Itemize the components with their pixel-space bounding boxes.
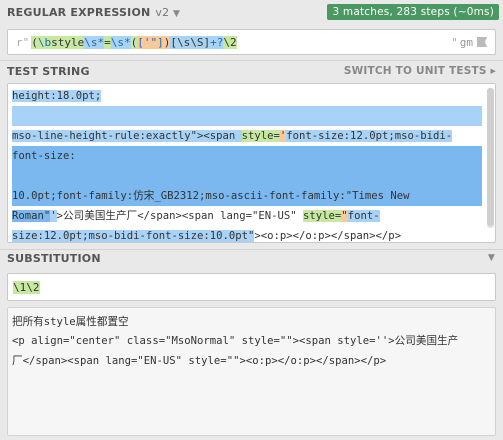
flag-icon[interactable] bbox=[477, 37, 487, 47]
match-group-2: " bbox=[341, 210, 348, 222]
chevron-right-icon: ▸ bbox=[490, 65, 496, 77]
match-segment: font-size: bbox=[12, 150, 76, 162]
test-line: font-size: bbox=[12, 146, 76, 166]
regex-prefix: r" bbox=[16, 35, 30, 49]
chevron-down-icon: ▼ bbox=[173, 8, 181, 19]
test-line: 10.0pt;font-family:仿宋_GB2312;mso-ascii-f… bbox=[12, 186, 410, 206]
substitution-value: \1\2 bbox=[13, 280, 40, 294]
match-segment: height:18.0pt; bbox=[12, 90, 102, 102]
chevron-down-icon[interactable]: ▼ bbox=[488, 253, 495, 263]
regex-title: REGULAR EXPRESSION bbox=[7, 5, 151, 19]
regex-input[interactable]: r" (\bstyle\s*=\s*(['"])[\s\S]+?\2 " gm bbox=[7, 29, 496, 55]
vertical-scrollbar[interactable] bbox=[487, 88, 494, 228]
regex-header: REGULAR EXPRESSION v2 ▼ 3 matches, 283 s… bbox=[0, 1, 503, 23]
match-segment: font- bbox=[347, 210, 380, 222]
substitution-result: 把所有style属性都置空 <p align="center" class="M… bbox=[7, 307, 496, 436]
regex-source[interactable]: (\bstyle\s*=\s*(['"])[\s\S]+?\2 bbox=[31, 35, 449, 49]
regex-group-1-open: ( bbox=[31, 35, 38, 49]
match-segment: mso-line-height-rule:exactly"><span bbox=[12, 130, 242, 142]
substitution-input[interactable]: \1\2 bbox=[7, 273, 496, 301]
regex-backreference: \2 bbox=[223, 35, 237, 49]
regex-literal-style: style bbox=[51, 35, 85, 49]
substitution-title: SUBSTITUTION bbox=[7, 251, 101, 265]
test-line: height:18.0pt; bbox=[12, 86, 102, 106]
test-string-editor[interactable]: height:18.0pt; mso-line-height-rule:exac… bbox=[7, 83, 496, 243]
test-line: mso-line-height-rule:exactly"><span styl… bbox=[12, 126, 453, 146]
match-group-1: style= bbox=[303, 210, 342, 222]
regex-whitespace-2: \s* bbox=[110, 35, 131, 49]
match-segment: font-size:12.0pt;mso-bidi- bbox=[286, 130, 453, 142]
plain-text: >公司美国生产厂</span><span lang="EN-US" bbox=[56, 210, 304, 222]
plain-text: ><o:p></o:p></span></p> bbox=[254, 230, 402, 242]
match-segment: 10.0pt;font-family:仿宋_GB2312;mso-ascii-f… bbox=[12, 190, 410, 202]
test-line: Roman"'>公司美国生产厂</span><span lang="EN-US"… bbox=[12, 206, 380, 226]
result-line: 厂</span><span lang="EN-US" style=""><o:p… bbox=[12, 355, 387, 367]
switch-label: SWITCH TO UNIT TESTS bbox=[343, 65, 487, 77]
regex-word-boundary: \b bbox=[37, 35, 52, 49]
regex-lazy-quantifier: +? bbox=[210, 35, 224, 49]
match-segment: size:12.0pt;mso-bidi-font-size:10.0pt" bbox=[12, 230, 255, 242]
scrollbar-thumb[interactable] bbox=[487, 88, 494, 226]
version-label: v2 bbox=[155, 5, 170, 19]
regex-quote-class: ['"] bbox=[137, 35, 164, 49]
test-string-title: TEST STRING bbox=[7, 64, 90, 78]
test-string-header: TEST STRING SWITCH TO UNIT TESTS ▸ bbox=[0, 60, 503, 82]
test-line: size:12.0pt;mso-bidi-font-size:10.0pt"><… bbox=[12, 226, 402, 242]
match-group-1: style= bbox=[241, 130, 280, 142]
switch-to-unit-tests-link[interactable]: SWITCH TO UNIT TESTS ▸ bbox=[344, 65, 496, 77]
regex-whitespace-1: \s* bbox=[84, 35, 105, 49]
result-line: <p align="center" class="MsoNormal" styl… bbox=[12, 335, 459, 347]
match-info-badge: 3 matches, 283 steps (~0ms) bbox=[327, 4, 499, 20]
regex-equals: = bbox=[104, 35, 111, 49]
result-line: 把所有style属性都置空 bbox=[12, 316, 129, 328]
regex-any-char: [\s\S] bbox=[170, 35, 211, 49]
match-band bbox=[12, 106, 482, 126]
match-segment: Roman" bbox=[12, 210, 51, 222]
substitution-header: SUBSTITUTION ▼ bbox=[0, 247, 503, 269]
regex-suffix: " bbox=[451, 35, 458, 49]
regex-flags[interactable]: gm bbox=[460, 36, 473, 49]
match-band bbox=[12, 166, 482, 186]
match-band bbox=[12, 146, 482, 166]
version-dropdown[interactable]: v2 ▼ bbox=[155, 6, 180, 19]
